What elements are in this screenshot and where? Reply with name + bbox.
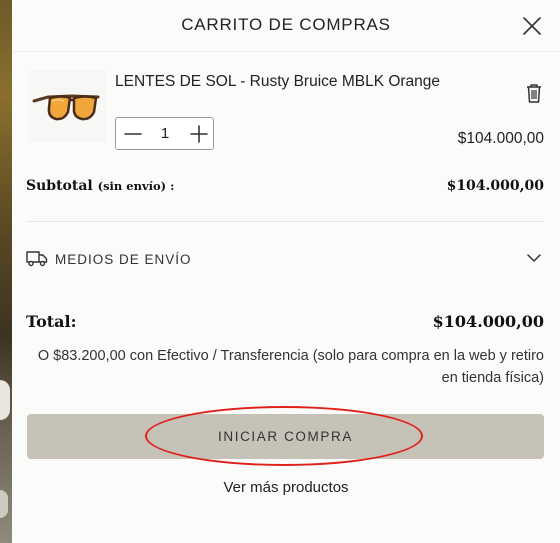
- close-button[interactable]: [520, 14, 544, 38]
- checkout-label: INICIAR COMPRA: [218, 429, 353, 444]
- cart-title: CARRITO DE COMPRAS: [181, 15, 391, 34]
- divider: [26, 221, 544, 222]
- item-price: $104.000,00: [457, 130, 544, 147]
- total-label: Total:: [26, 312, 77, 331]
- quantity-stepper: 1: [115, 117, 214, 150]
- alternative-price-note: O $83.200,00 con Efectivo / Transferenci…: [37, 348, 544, 386]
- total-value: $104.000,00: [432, 312, 544, 331]
- plus-icon: [190, 125, 208, 143]
- subtotal-label-text: Subtotal: [26, 178, 93, 194]
- quantity-value[interactable]: 1: [150, 125, 180, 142]
- decrease-quantity-button[interactable]: [122, 123, 144, 145]
- cart-drawer: CARRITO DE COMPRAS LENTES DE SOL - Rusty…: [12, 0, 560, 543]
- increase-quantity-button[interactable]: [188, 123, 210, 145]
- subtotal-row: Subtotal (sin envío) : $104.000,00: [26, 178, 544, 200]
- sunglasses-icon: [32, 94, 100, 121]
- total-row: Total: $104.000,00: [26, 312, 544, 336]
- subtotal-note: (sin envío) :: [97, 179, 175, 193]
- backdrop-shape: [0, 490, 8, 518]
- continue-shopping-link[interactable]: Ver más productos: [12, 479, 560, 496]
- cart-header: CARRITO DE COMPRAS: [12, 0, 560, 52]
- page-backdrop: [0, 0, 12, 543]
- chevron-down-icon: [527, 254, 541, 262]
- shipping-label: MEDIOS DE ENVÍO: [55, 252, 192, 267]
- close-icon: [523, 17, 541, 35]
- subtotal-label: Subtotal (sin envío) :: [26, 178, 174, 194]
- backdrop-shape: [0, 380, 10, 420]
- trash-icon: [527, 84, 541, 103]
- subtotal-value: $104.000,00: [446, 178, 544, 194]
- product-image[interactable]: [28, 70, 106, 142]
- shipping-options-toggle[interactable]: MEDIOS DE ENVÍO: [26, 246, 544, 274]
- minus-icon: [124, 133, 142, 135]
- remove-item-button[interactable]: [524, 82, 544, 104]
- product-name[interactable]: LENTES DE SOL - Rusty Bruice MBLK Orange: [115, 73, 440, 91]
- checkout-button[interactable]: INICIAR COMPRA: [27, 414, 544, 459]
- truck-icon: [26, 251, 48, 267]
